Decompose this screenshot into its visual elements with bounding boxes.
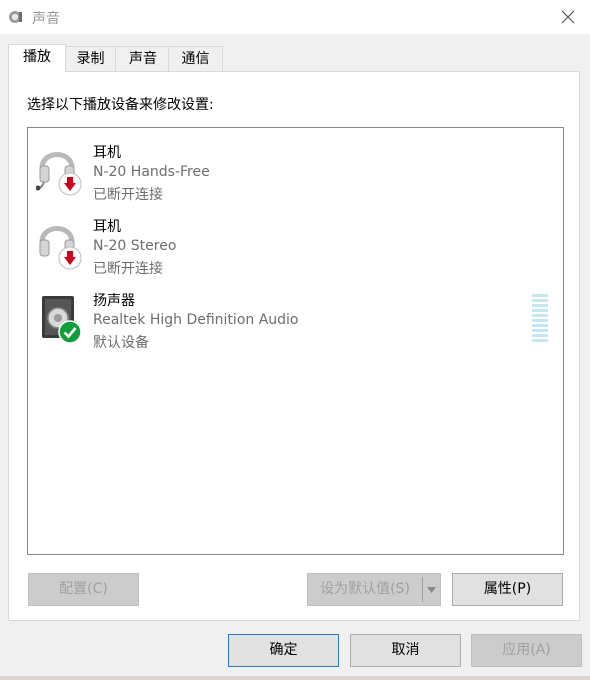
device-name: 扬声器 — [93, 293, 135, 309]
disconnected-arrow-icon — [58, 246, 82, 270]
configure-button[interactable]: 配置(C) — [28, 573, 139, 606]
device-item-headset-handsfree[interactable]: 耳机 N-20 Hands-Free 已断开连接 — [28, 134, 563, 204]
device-status: 已断开连接 — [93, 261, 163, 277]
set-default-button[interactable]: 设为默认值(S) — [308, 574, 422, 605]
playback-panel: 选择以下播放设备来修改设置: 耳机 N-20 Hands-Free 已断开连接 — [8, 71, 580, 621]
set-default-dropdown[interactable] — [423, 574, 440, 605]
tab-playback[interactable]: 播放 — [8, 44, 66, 72]
close-icon — [561, 10, 575, 24]
default-check-icon — [58, 320, 82, 344]
title-bar: 声音 — [0, 0, 590, 34]
instruction-text: 选择以下播放设备来修改设置: — [27, 97, 214, 113]
device-list[interactable]: 耳机 N-20 Hands-Free 已断开连接 耳机 N-20 Stereo … — [27, 127, 564, 555]
apply-button[interactable]: 应用(A) — [471, 634, 582, 667]
device-name: 耳机 — [93, 219, 121, 235]
chevron-down-icon — [427, 586, 436, 593]
cancel-button[interactable]: 取消 — [350, 634, 461, 667]
window-bottom-edge — [0, 676, 590, 680]
disconnected-arrow-icon — [58, 172, 82, 196]
device-name: 耳机 — [93, 145, 121, 161]
tab-communications[interactable]: 通信 — [168, 46, 223, 71]
device-status: 已断开连接 — [93, 187, 163, 203]
device-description: Realtek High Definition Audio — [93, 312, 299, 328]
device-item-speaker-realtek[interactable]: 扬声器 Realtek High Definition Audio 默认设备 — [28, 282, 563, 352]
close-button[interactable] — [554, 4, 582, 30]
speaker-app-icon — [9, 11, 22, 23]
set-default-split-button[interactable]: 设为默认值(S) — [307, 573, 441, 606]
device-status: 默认设备 — [93, 335, 149, 351]
window-title: 声音 — [32, 11, 60, 27]
tab-recording[interactable]: 录制 — [63, 46, 118, 71]
properties-button[interactable]: 属性(P) — [452, 573, 563, 606]
ok-button[interactable]: 确定 — [228, 634, 339, 667]
device-description: N-20 Hands-Free — [93, 164, 210, 180]
device-description: N-20 Stereo — [93, 238, 177, 254]
tab-sounds[interactable]: 声音 — [115, 46, 171, 71]
device-item-headphones-stereo[interactable]: 耳机 N-20 Stereo 已断开连接 — [28, 208, 563, 278]
volume-meter — [532, 294, 548, 342]
